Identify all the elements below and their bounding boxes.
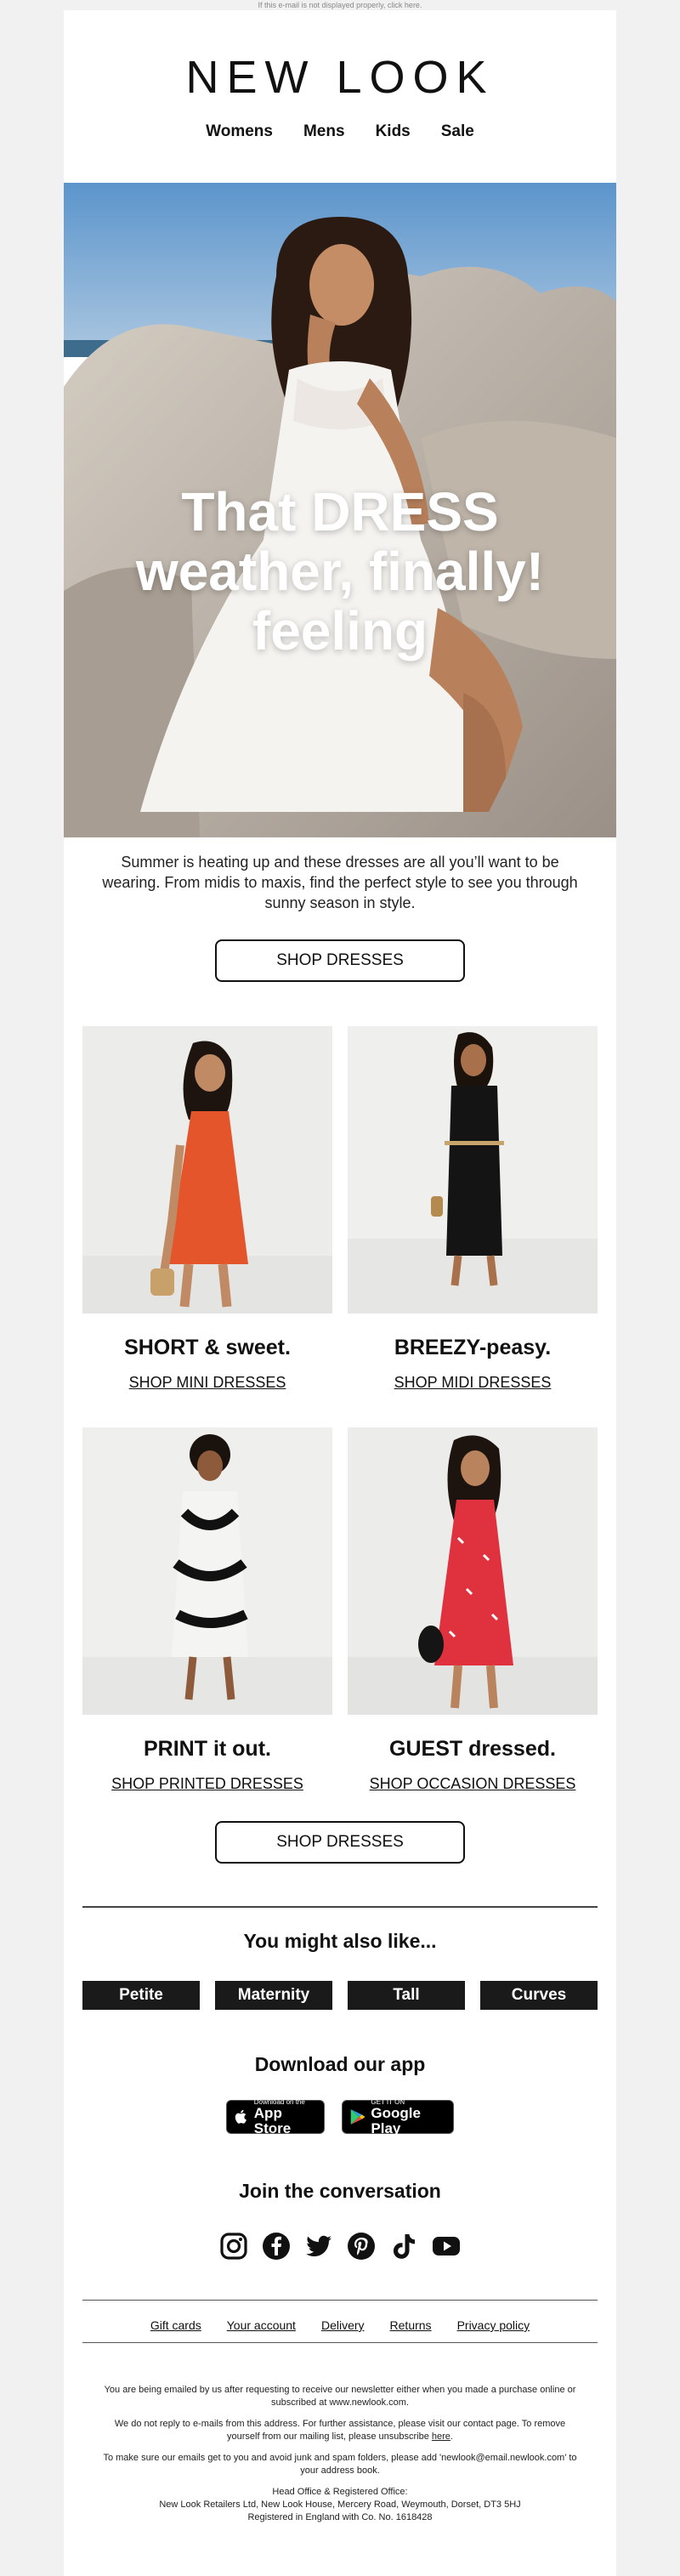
product-card-mini[interactable]: SHORT & sweet. SHOP MINI DRESSES — [82, 1026, 332, 1392]
product-image-printed[interactable] — [82, 1427, 332, 1715]
shop-midi-link[interactable]: SHOP MIDI DRESSES — [348, 1374, 598, 1392]
hero-banner[interactable]: That DRESS weather, finally! feeling — [64, 183, 616, 837]
preheader[interactable]: If this e-mail is not displayed properly… — [0, 0, 680, 10]
footer-link-account[interactable]: Your account — [227, 2318, 296, 2332]
email-body: NEW LOOK Womens Mens Kids Sale That DRES… — [64, 10, 616, 2576]
category-pills: Petite Maternity Tall Curves — [82, 1981, 598, 2010]
shop-occasion-link[interactable]: SHOP OCCASION DRESSES — [348, 1775, 598, 1793]
google-play-icon — [350, 2109, 366, 2125]
nav-mens[interactable]: Mens — [303, 122, 345, 141]
footer-link-privacy[interactable]: Privacy policy — [457, 2318, 530, 2332]
shop-dresses-button[interactable]: SHOP DRESSES — [215, 939, 465, 982]
product-image-occasion[interactable] — [348, 1427, 598, 1715]
legal-safe-sender: To make sure our emails get to you and a… — [103, 2453, 577, 2476]
footer-link-delivery[interactable]: Delivery — [321, 2318, 365, 2332]
pill-maternity[interactable]: Maternity — [215, 1981, 332, 2010]
footer-divider-bottom — [82, 2342, 598, 2343]
pill-curves[interactable]: Curves — [480, 1981, 598, 2010]
product-card-printed[interactable]: PRINT it out. SHOP PRINTED DRESSES — [82, 1427, 332, 1793]
also-like-title: You might also like... — [243, 1930, 437, 1952]
main-nav: Womens Mens Kids Sale — [64, 122, 616, 141]
product-card-midi[interactable]: BREEZY-peasy. SHOP MIDI DRESSES — [348, 1026, 598, 1392]
section-divider — [82, 1906, 598, 1908]
intro-copy: Summer is heating up and these dresses a… — [102, 854, 578, 911]
product-image-midi[interactable] — [348, 1026, 598, 1314]
app-store-badges: Download on the App Store GET IT ON Goog… — [64, 2098, 616, 2136]
facebook-icon[interactable] — [262, 2232, 291, 2261]
hero-headline: That DRESS weather, finally! feeling — [64, 482, 616, 661]
legal-newsletter: You are being emailed by us after reques… — [104, 2385, 576, 2408]
legal-company-number: Registered in England with Co. No. 16184… — [247, 2512, 433, 2522]
legal-contact: We do not reply to e-mails from this add… — [98, 2418, 582, 2443]
product-title-mini: SHORT & sweet. — [124, 1336, 291, 1359]
product-title-midi: BREEZY-peasy. — [394, 1336, 552, 1359]
pill-petite[interactable]: Petite — [82, 1981, 200, 2010]
pinterest-icon[interactable] — [347, 2232, 376, 2261]
nav-womens[interactable]: Womens — [206, 122, 273, 141]
hero-line-2: weather, finally! — [135, 541, 545, 602]
nav-sale[interactable]: Sale — [441, 122, 474, 141]
app-store-badge[interactable]: Download on the App Store — [226, 2098, 325, 2136]
legal-address: New Look Retailers Ltd, New Look House, … — [159, 2499, 521, 2510]
footer-link-gift-cards[interactable]: Gift cards — [150, 2318, 201, 2332]
shop-printed-link[interactable]: SHOP PRINTED DRESSES — [82, 1775, 332, 1793]
app-title: Download our app — [254, 2053, 426, 2075]
join-conversation-title: Join the conversation — [239, 2180, 441, 2202]
shop-dresses-button-secondary[interactable]: SHOP DRESSES — [215, 1821, 465, 1864]
social-icons — [64, 2232, 616, 2261]
product-image-mini[interactable] — [82, 1026, 332, 1314]
unsubscribe-link[interactable]: here — [432, 2431, 450, 2442]
instagram-icon[interactable] — [219, 2232, 248, 2261]
footer-link-returns[interactable]: Returns — [390, 2318, 432, 2332]
hero-line-3: feeling — [252, 600, 428, 661]
apple-big-label: App Store — [253, 2104, 292, 2136]
brand-logo[interactable]: NEW LOOK — [64, 51, 616, 104]
google-big-label: Google Play — [371, 2104, 421, 2136]
youtube-icon[interactable] — [432, 2232, 461, 2261]
hero-line-1: That DRESS — [181, 481, 499, 542]
tiktok-icon[interactable] — [389, 2232, 418, 2261]
product-title-printed: PRINT it out. — [144, 1737, 271, 1761]
footer-divider-top — [82, 2300, 598, 2301]
legal-contact-text: We do not reply to e-mails from this add… — [114, 2419, 566, 2442]
legal-period: . — [450, 2431, 453, 2442]
product-title-occasion: GUEST dressed. — [389, 1737, 556, 1761]
shop-mini-link[interactable]: SHOP MINI DRESSES — [82, 1374, 332, 1392]
nav-kids[interactable]: Kids — [376, 122, 411, 141]
legal-office-heading: Head Office & Registered Office: — [272, 2487, 408, 2497]
google-play-badge[interactable]: GET IT ON Google Play — [342, 2098, 454, 2136]
product-card-occasion[interactable]: GUEST dressed. SHOP OCCASION DRESSES — [348, 1427, 598, 1793]
twitter-icon[interactable] — [304, 2232, 333, 2261]
pill-tall[interactable]: Tall — [348, 1981, 465, 2010]
footer-links: Gift cards Your account Delivery Returns… — [64, 2318, 616, 2332]
apple-icon — [235, 2109, 246, 2124]
